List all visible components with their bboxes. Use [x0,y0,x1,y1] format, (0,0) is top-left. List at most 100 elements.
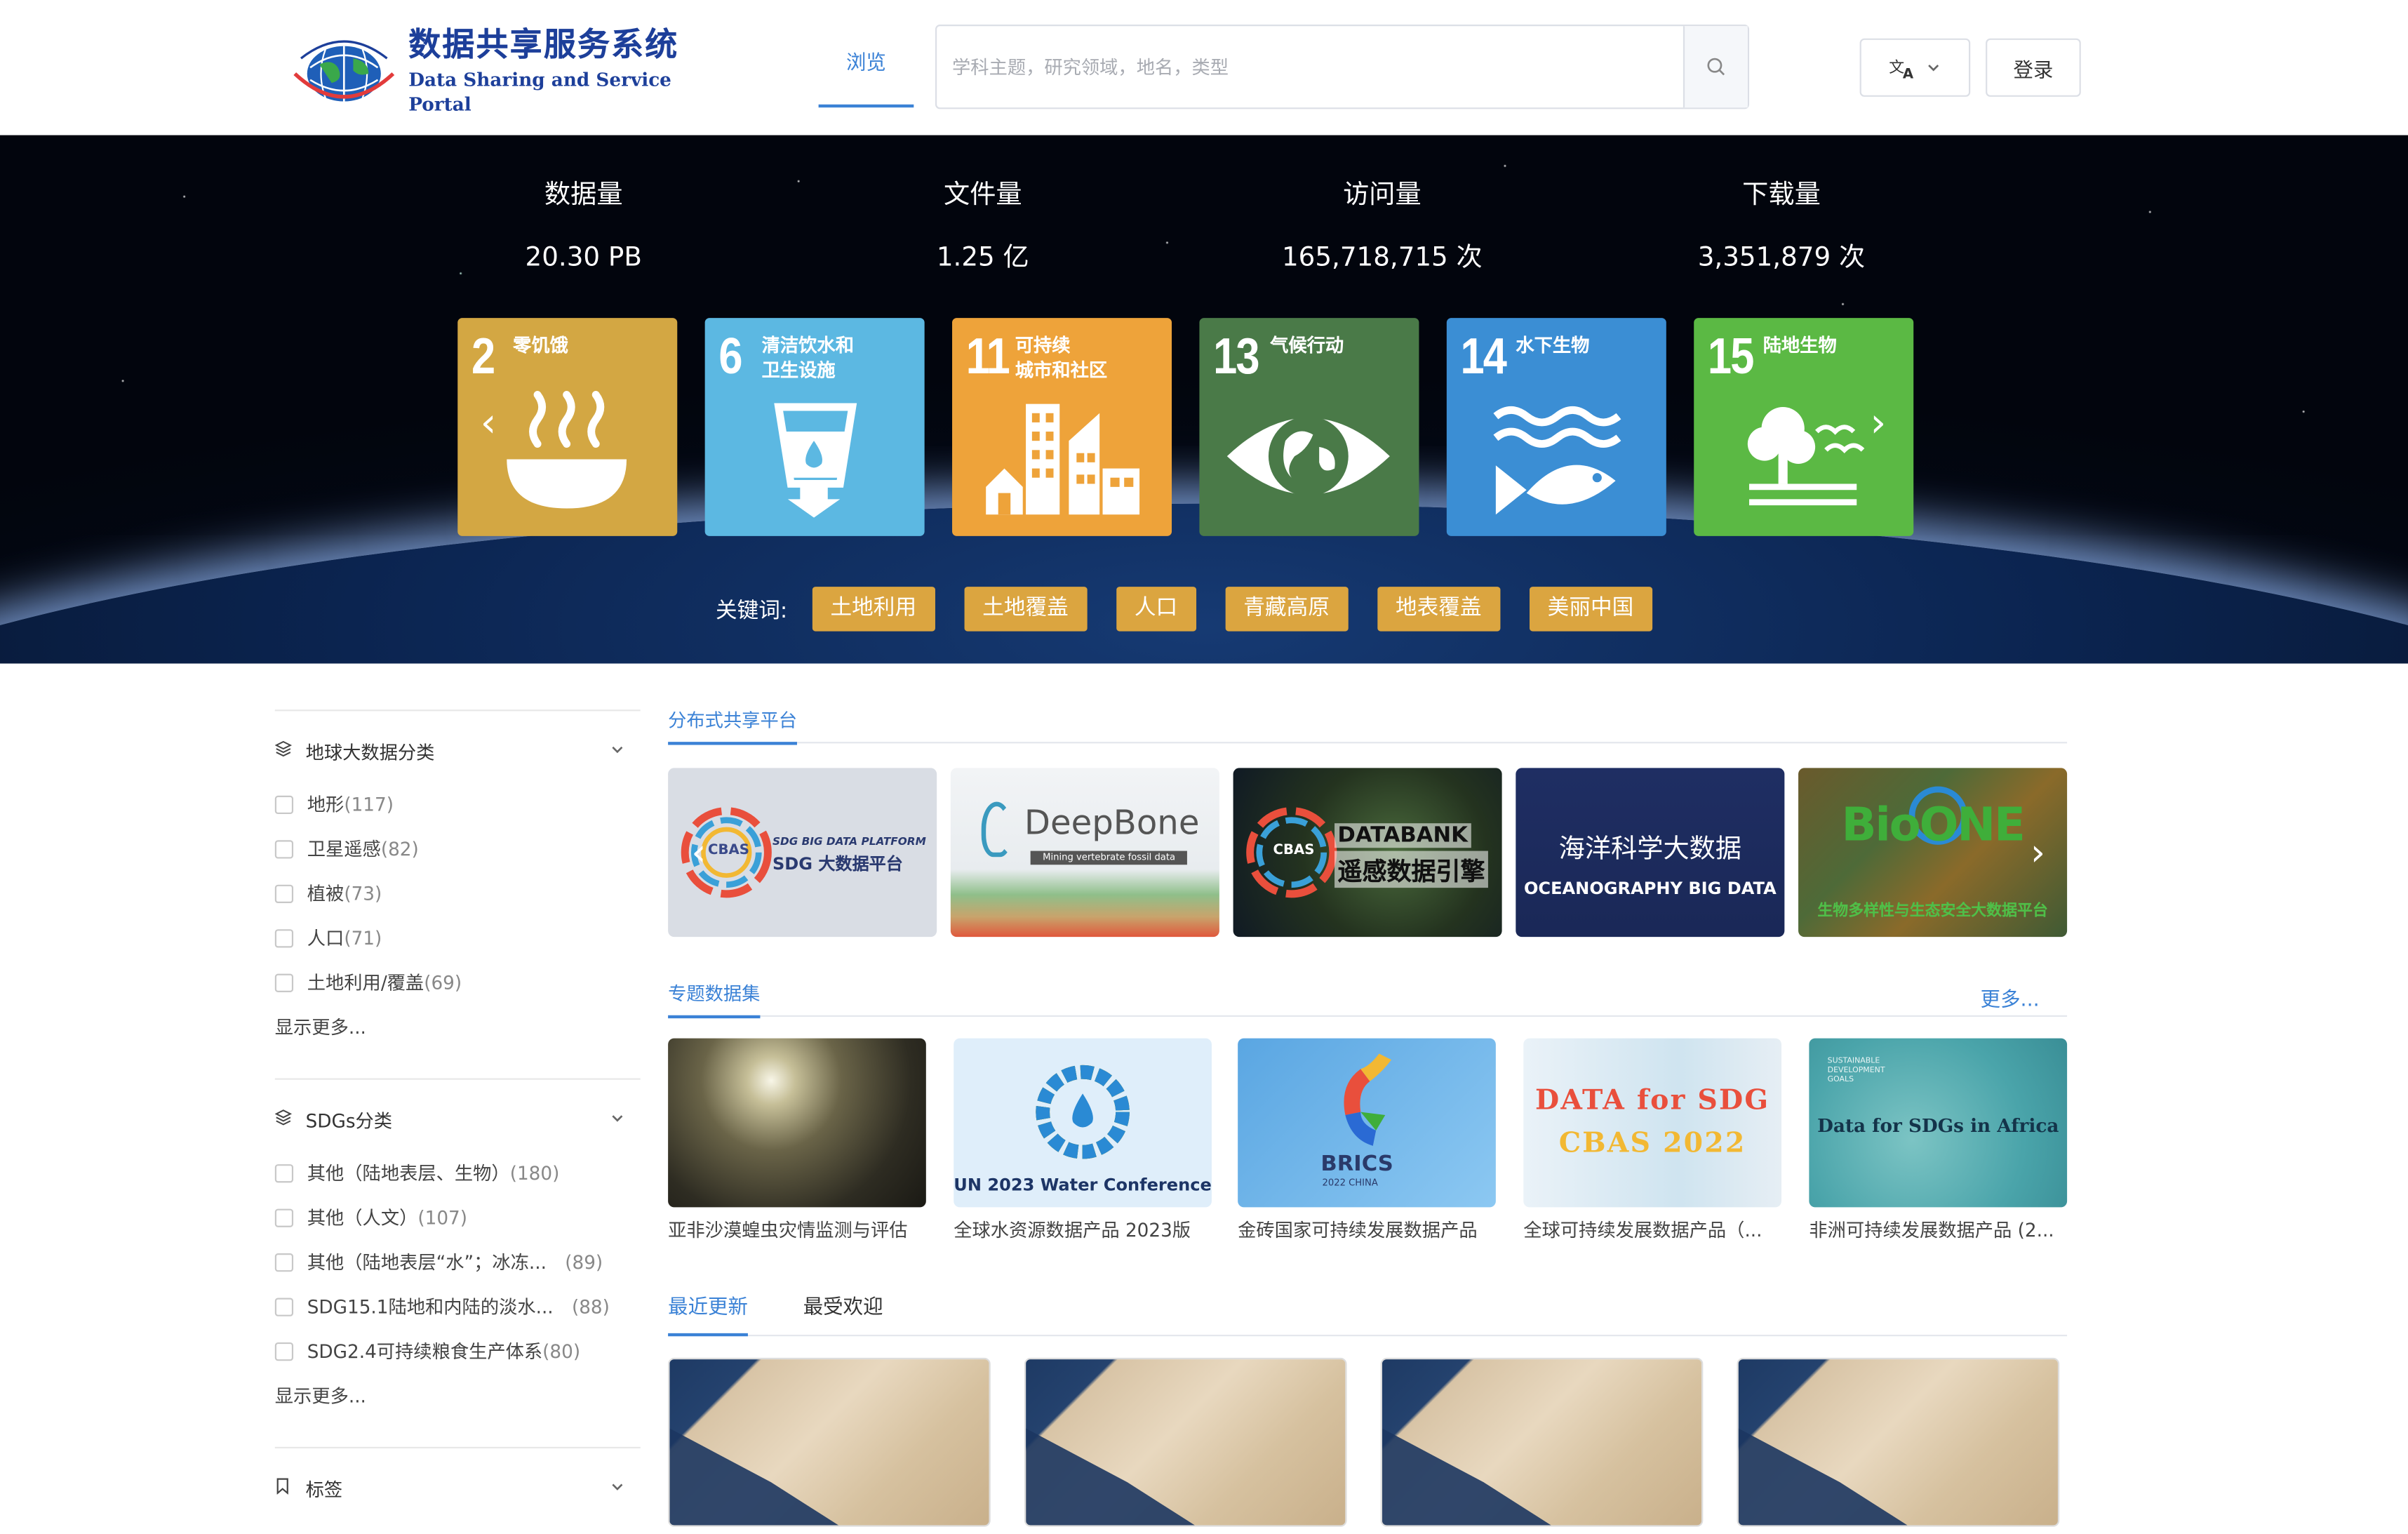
filter-option[interactable]: 其他（陆地表层“水”；冰冻... (89) [274,1239,641,1283]
platform-card-deepbone[interactable]: DeepBone Mining vertebrate fossil data [950,768,1219,938]
checkbox[interactable] [274,973,294,992]
platform-card-sdg[interactable]: CBAS SDG BIG DATA PLATFORM SDG 大数据平台 ‹ [668,768,937,938]
tab-most-popular[interactable]: 最受欢迎 [803,1293,883,1333]
checkbox[interactable] [274,1208,294,1227]
show-more-link[interactable]: 显示更多... [275,1373,641,1420]
recent-dataset-thumbnail[interactable] [1380,1357,1704,1527]
more-datasets-link[interactable]: 更多... [1981,983,2040,1013]
dataset-caption: 非洲可持续发展数据产品 (2... [1809,1219,2054,1241]
filter-section-header[interactable]: 地球大数据分类 [274,733,641,770]
page: 数据共享服务系统 Data Sharing and Service Portal… [0,0,2408,1534]
dataset-image-text: Data for SDGs in Africa [1817,1115,2059,1137]
globe-logo-icon [292,27,396,114]
keyword-tag[interactable]: 人口 [1116,587,1196,632]
filter-option[interactable]: 植被 (73) [274,871,641,915]
sdg-card-6[interactable]: 6 清洁饮水和 卫生设施 [704,318,925,536]
sdg-card-14[interactable]: 14 水下生物 [1446,318,1666,536]
platform-card-bioone[interactable]: BioONE 生物多样性与生态安全大数据平台 › [1798,768,2068,938]
chevron-down-icon [1928,65,1939,72]
sdg-card-15[interactable]: 15 陆地生物 › [1694,318,1914,536]
keyword-tag[interactable]: 地表覆盖 [1377,587,1500,632]
stat-label: 访问量 [1343,180,1422,211]
recent-dataset-thumbnail[interactable] [1737,1357,2060,1527]
recent-dataset-thumbnail[interactable] [1024,1357,1347,1527]
search-box [935,25,1750,109]
language-switch-button[interactable]: 文 A [1859,38,1971,97]
checkbox[interactable] [274,794,294,813]
filter-section-tags: 标签 [274,1446,641,1507]
keyword-tag[interactable]: 土地利用 [812,587,935,632]
checkbox[interactable] [274,883,294,902]
filter-option[interactable]: 卫星遥感 (82) [274,827,641,871]
filter-option[interactable]: 土地利用/覆盖 (69) [274,960,641,1004]
login-button[interactable]: 登录 [1986,38,2081,97]
search-button[interactable] [1683,26,1748,108]
site-logo[interactable]: 数据共享服务系统 Data Sharing and Service Portal [292,26,691,116]
logo-title-en: Data Sharing and Service Portal [408,69,671,116]
carousel-next-icon[interactable]: › [1863,401,1894,447]
checkbox[interactable] [274,1297,294,1316]
sdg-title: 零饥饿 [513,335,568,356]
search-icon [1707,58,1725,76]
stat-downloads: 下载量 3,351,879 次 [1581,175,1981,279]
carousel-next-icon[interactable]: › [2023,829,2054,876]
carousel-prev-icon[interactable]: ‹ [683,829,714,876]
filter-option[interactable]: SDG15.1陆地和内陆的淡水... (88) [274,1284,641,1328]
filter-option[interactable]: 地形 (117) [274,782,641,826]
sdg-title: 气候行动 [1270,335,1344,356]
filter-section-header[interactable]: SDGs分类 [274,1101,641,1138]
platform-card-ocean[interactable]: 海洋科学大数据 OCEANOGRAPHY BIG DATA [1516,768,1785,938]
platform-line2: 遥感数据引擎 [1335,851,1488,888]
chevron-down-icon[interactable] [610,741,625,761]
checkbox[interactable] [274,1163,294,1182]
filter-option[interactable]: SDG2.4可持续粮食生产体系 (80) [274,1328,641,1373]
keyword-tag[interactable]: 美丽中国 [1529,587,1652,632]
dataset-image-subtext: CBAS 2022 [1558,1127,1746,1160]
platform-badge: CBAS [1273,843,1315,859]
stats-row: 数据量 20.30 PB 文件量 1.25 亿 访问量 165,718,715 … [384,175,1981,279]
checkbox[interactable] [274,1341,294,1361]
dataset-card[interactable]: BRICS 2022 CHINA 金砖国家可持续发展数据产品 [1238,1038,1496,1243]
chevron-down-icon[interactable] [610,1109,625,1129]
sdg-card-11[interactable]: 11 可持续 城市和社区 [952,318,1172,536]
platform-badge: CBAS [708,843,749,859]
dataset-list: 亚非沙漠蝗虫灾情监测与评估 UN 2023 Water Conference 全… [668,1038,2068,1253]
recent-dataset-thumbnail[interactable] [668,1357,991,1527]
show-more-link[interactable]: 显示更多... [275,1004,641,1051]
sdg-card-2[interactable]: 2 零饥饿 ‹ [457,318,678,536]
dataset-card[interactable]: UN 2023 Water Conference 全球水资源数据产品 2023版 [954,1038,1212,1243]
stat-data-volume: 数据量 20.30 PB [384,175,783,279]
platform-card-databank[interactable]: CBAS DATABANK 遥感数据引擎 [1233,768,1502,938]
tab-recent-updates[interactable]: 最近更新 [668,1293,748,1337]
platform-line2: OCEANOGRAPHY BIG DATA [1523,878,1777,899]
sdg-number: 11 [965,327,1010,385]
filter-option[interactable]: 其他（陆地表层、生物） (180) [274,1150,641,1194]
checkbox[interactable] [274,928,294,947]
sdg-number: 13 [1213,327,1259,385]
sdg-title: 水下生物 [1516,335,1590,356]
chevron-down-icon[interactable] [610,1479,625,1498]
dataset-thumbnail: DATA for SDG CBAS 2022 [1523,1038,1781,1208]
filter-option[interactable]: 人口 (71) [274,916,641,960]
filter-option[interactable]: 其他（人文） (107) [274,1195,641,1239]
nav-browse-tab[interactable]: 浏览 [818,0,914,108]
filter-sidebar: 地球大数据分类 地形 (117) 卫星遥感 (82) 植被 (73) 人口 (71) 土… [274,709,641,1507]
stat-value: 165,718,715 次 [1282,242,1483,274]
sdg-card-13[interactable]: 13 气候行动 [1199,318,1419,536]
carousel-prev-icon[interactable]: ‹ [473,401,504,447]
dataset-card[interactable]: 亚非沙漠蝗虫灾情监测与评估 [668,1038,926,1243]
dataset-card[interactable]: DATA for SDG CBAS 2022 全球可持续发展数据产品（... [1523,1038,1781,1243]
logo-title-cn: 数据共享服务系统 [408,26,679,63]
keyword-tag[interactable]: 土地覆盖 [963,587,1088,632]
sdg-number: 15 [1707,327,1754,385]
deepbone-logo-icon [981,801,1012,858]
search-input[interactable] [937,26,1683,108]
dataset-thumbnail [668,1038,926,1208]
layers-icon [274,1109,297,1131]
dataset-card[interactable]: SUSTAINABLE DEVELOPMENT GOALS Data for S… [1809,1038,2068,1243]
filter-section-header[interactable]: 标签 [275,1470,641,1507]
keyword-tag[interactable]: 青藏高原 [1225,587,1349,632]
checkbox[interactable] [274,839,294,858]
stat-label: 文件量 [944,180,1022,211]
checkbox[interactable] [274,1252,294,1272]
